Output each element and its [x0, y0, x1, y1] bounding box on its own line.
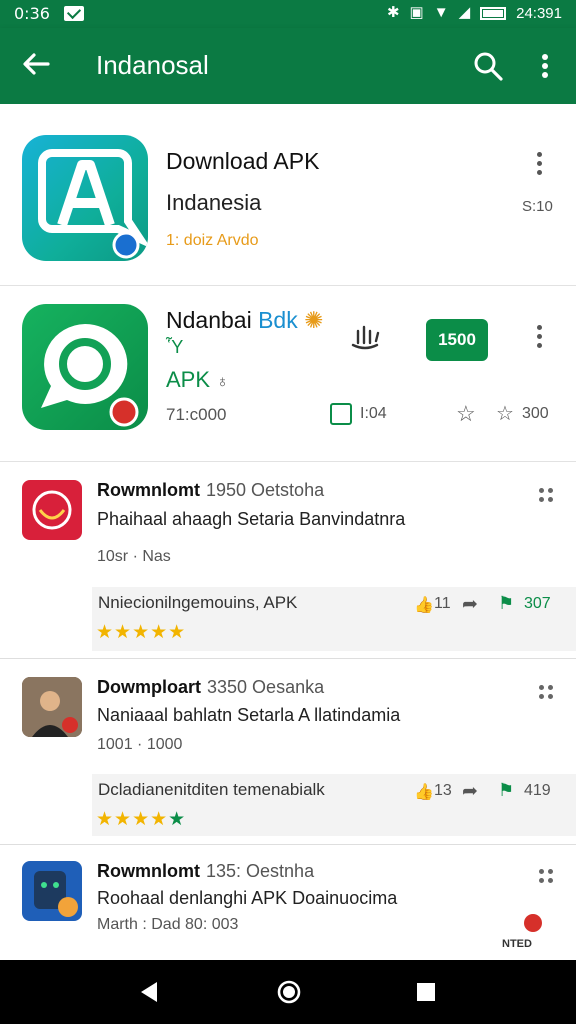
- list-meta: 1001 · 1000: [97, 736, 183, 753]
- battery-icon: [480, 6, 507, 20]
- mail-icon: [64, 6, 84, 21]
- letter-a-chat-icon: [38, 149, 148, 259]
- robot-icon: [34, 871, 78, 917]
- status-bar: 0:36 ✱ ▣ ▼ ◢ 24:391: [0, 0, 576, 28]
- bluetooth-icon: ✱: [386, 4, 400, 21]
- rating-stars: ★★★★★: [96, 809, 187, 830]
- app-title-2: Ndanbai Bdk ✺: [166, 307, 324, 333]
- badge-label: NTED: [502, 938, 532, 950]
- rating-stars: ★★★★★: [96, 622, 187, 643]
- list-description: Naniaaal bahlatn Setarla A llatindamia: [97, 705, 401, 725]
- line2: Ὗ: [166, 337, 184, 357]
- app-icon-2: [22, 304, 148, 430]
- review-bar: Nniecionilngemouins, APK ★★★★★ 👍 11 ➦ ⚑ …: [92, 587, 576, 651]
- app-title: Download APK: [166, 148, 320, 174]
- portrait-icon: [22, 677, 82, 737]
- list-meta: Marth : Dad 80: 003: [97, 916, 239, 933]
- status-time: 0:36: [14, 4, 50, 23]
- list-title: Dowmploart 3350 Oesanka: [97, 677, 325, 697]
- featured-app-card-2[interactable]: Ndanbai Bdk ✺ Ὗ APK ♁ 71:c000 1500 I:04 …: [0, 287, 576, 462]
- status-clock: 24:391: [516, 4, 562, 22]
- list-title: Rowmnlomt 1950 Oetstoha: [97, 480, 325, 500]
- list-title: Rowmnlomt 135: Oestnha: [97, 861, 315, 881]
- page-title: Indanosal: [96, 50, 209, 80]
- signal-icon: ◢: [458, 4, 471, 21]
- card-menu-icon[interactable]: [530, 148, 550, 182]
- review-text: Dcladianenitditen temenabialk: [98, 780, 325, 799]
- card-menu-icon-2[interactable]: [530, 321, 550, 355]
- list-app-icon: [22, 480, 82, 540]
- app-icon: [22, 135, 148, 261]
- wifi-icon: ▼: [433, 4, 449, 21]
- home-nav-icon[interactable]: [276, 979, 302, 1005]
- version-badge[interactable]: 1500: [426, 319, 488, 361]
- system-nav-bar: [0, 960, 576, 1024]
- drag-handle-icon[interactable]: [537, 487, 555, 505]
- calendar-icon: [330, 403, 352, 425]
- stat-1: I:04: [360, 405, 387, 422]
- flag-icon[interactable]: ⚑: [498, 780, 514, 801]
- recents-nav-icon[interactable]: [416, 982, 436, 1002]
- thumbs-up-icon[interactable]: 👍: [414, 595, 434, 615]
- mask-icon: [32, 490, 72, 530]
- score-count: 419: [524, 782, 551, 799]
- hand-icon: [351, 325, 380, 350]
- flag-icon[interactable]: ⚑: [498, 593, 514, 614]
- score-count: 307: [524, 595, 551, 612]
- drag-handle-icon[interactable]: [537, 868, 555, 886]
- sim-icon: ▣: [409, 4, 424, 21]
- apk-label: APK ♁: [166, 367, 229, 392]
- overflow-menu-icon[interactable]: [530, 48, 560, 84]
- drag-handle-icon[interactable]: [537, 684, 555, 702]
- list-app-icon: [22, 861, 82, 921]
- developer-name: 1: doiz Arvdo: [166, 232, 259, 249]
- app-subtitle: Indanesia: [166, 190, 262, 215]
- share-arrow-icon[interactable]: ➦: [462, 780, 478, 803]
- star-outline-icon[interactable]: ☆: [456, 401, 476, 427]
- likes-count: 11: [434, 595, 451, 612]
- app-bar: Indanosal: [0, 28, 576, 104]
- chat-bubble-icon: [41, 323, 139, 427]
- list-description: Roohaal denlanghi APK Doainuocima: [97, 888, 398, 908]
- stat-2: 300: [522, 405, 549, 422]
- bookmark-star-icon[interactable]: ☆: [496, 401, 514, 426]
- share-arrow-icon[interactable]: ➦: [462, 593, 478, 616]
- side-label: S:10: [522, 198, 553, 215]
- notification-dot: [524, 914, 542, 932]
- list-app-icon: [22, 677, 82, 737]
- list-description: Phaihaal ahaagh Setaria Banvindatnra: [97, 509, 406, 529]
- thumbs-up-icon[interactable]: 👍: [414, 782, 434, 802]
- search-icon[interactable]: [470, 48, 506, 84]
- back-arrow-icon[interactable]: [18, 46, 54, 82]
- review-bar: Dcladianenitditen temenabialk ★★★★★ 👍 13…: [92, 774, 576, 836]
- list-item[interactable]: Rowmnlomt 1950 Oetstoha Phaihaal ahaagh S…: [0, 463, 576, 659]
- list-item[interactable]: Rowmnlomt 135: Oestnha Roohaal denlanghi …: [0, 846, 576, 960]
- review-text: Nniecionilngemouins, APK: [98, 593, 298, 612]
- back-nav-icon[interactable]: [138, 980, 160, 1004]
- list-item[interactable]: Dowmploart 3350 Oesanka Naniaaal bahlatn …: [0, 660, 576, 845]
- status-icons: ✱ ▣ ▼ ◢ 24:391: [387, 4, 562, 22]
- list-meta: 10sr · Nas: [97, 548, 171, 565]
- likes-count: 13: [434, 782, 452, 799]
- download-count: 71:c000: [166, 405, 227, 424]
- featured-app-card[interactable]: Download APK Indanesia 1: doiz Arvdo S:1…: [0, 104, 576, 286]
